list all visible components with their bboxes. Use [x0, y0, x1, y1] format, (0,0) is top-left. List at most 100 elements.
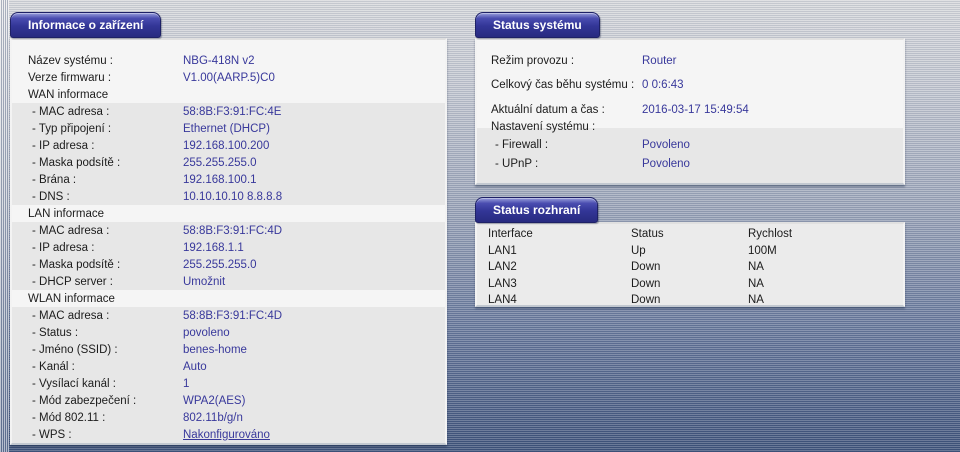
- row-value: benes-home: [183, 343, 247, 356]
- section-header-wlan: WLAN informace: [12, 290, 445, 307]
- info-row: - Jméno (SSID) : benes-home: [12, 341, 445, 358]
- tab-device-info: Informace o zařízení: [10, 12, 162, 38]
- wps-configured-link[interactable]: Nakonfigurováno: [183, 429, 270, 441]
- info-row: Režim provozu : Router: [477, 52, 903, 69]
- row-value: NBG-418N v2: [183, 54, 255, 67]
- row-label: - Maska podsítě :: [32, 258, 121, 271]
- row-value: Auto: [183, 360, 207, 373]
- info-row: - Maska podsítě : 255.255.255.0: [12, 154, 445, 171]
- info-row: - Firewall : Povoleno: [477, 135, 903, 154]
- row-label: Aktuální datum a čas :: [491, 103, 605, 116]
- row-label: Celkový čas běhu systému :: [491, 79, 635, 91]
- row-value: 58:8B:F3:91:FC:4D: [183, 309, 283, 322]
- info-row: - MAC adresa : 58:8B:F3:91:FC:4E: [12, 103, 445, 120]
- row-value: 192.168.100.200: [183, 139, 270, 152]
- row-label: - Typ připojení :: [32, 122, 112, 135]
- row-value: Router: [642, 54, 677, 67]
- router-status-page: { "colors": { "value_text": "#38389b", "…: [0, 0, 960, 452]
- cell-interface: LAN2: [488, 261, 517, 274]
- row-value: 58:8B:F3:91:FC:4D: [183, 224, 283, 237]
- row-value: 0 0:6:43: [642, 79, 684, 91]
- table-row: LAN4 Down NA: [477, 292, 903, 309]
- info-row: - IP adresa : 192.168.1.1: [12, 239, 445, 256]
- cell-status: Down: [631, 261, 661, 274]
- device-info-panel: Název systému : NBG-418N v2 Verze firmwa…: [10, 38, 447, 445]
- section-header-lan: LAN informace: [12, 205, 445, 222]
- cell-speed: NA: [748, 277, 764, 290]
- cell-status: Down: [631, 294, 661, 307]
- section-header-system-settings: Nastavení systému :: [477, 118, 903, 135]
- row-value: WPA2(AES): [183, 394, 246, 407]
- row-label: - Maska podsítě :: [32, 156, 121, 169]
- row-label: Název systému :: [28, 54, 113, 67]
- row-value: 1: [183, 377, 190, 390]
- tab-interface-status-label: Status rozhraní: [493, 203, 581, 217]
- row-value: 255.255.255.0: [183, 258, 257, 271]
- section-label: LAN informace: [28, 207, 105, 220]
- row-label: - MAC adresa :: [32, 309, 110, 322]
- tab-system-status: Status systému: [475, 12, 600, 38]
- row-label: - Mód zabezpečení :: [32, 394, 137, 407]
- row-label: - IP adresa :: [32, 241, 95, 254]
- info-row: - MAC adresa : 58:8B:F3:91:FC:4D: [12, 222, 445, 239]
- cell-interface: LAN3: [488, 277, 517, 290]
- info-row: - Mód zabezpečení : WPA2(AES): [12, 392, 445, 409]
- row-value: 255.255.255.0: [183, 156, 257, 169]
- row-label: - Brána :: [32, 173, 77, 186]
- system-status-panel: Režim provozu : Router Celkový čas běhu …: [475, 38, 905, 185]
- row-value: 192.168.1.1: [183, 241, 244, 254]
- row-label: Režim provozu :: [491, 54, 575, 67]
- info-row: - Vysílací kanál : 1: [12, 375, 445, 392]
- cell-speed: 100M: [748, 244, 777, 257]
- row-value: 58:8B:F3:91:FC:4E: [183, 105, 282, 118]
- col-header-speed: Rychlost: [748, 228, 793, 241]
- row-value: Ethernet (DHCP): [183, 122, 270, 135]
- row-label: - UPnP :: [495, 157, 539, 170]
- cell-interface: LAN4: [488, 294, 517, 307]
- info-row: - Typ připojení : Ethernet (DHCP): [12, 120, 445, 137]
- row-label: - Vysílací kanál :: [32, 377, 116, 390]
- info-row: Celkový čas běhu systému : 0 0:6:43: [477, 69, 903, 101]
- info-row: - Kanál : Auto: [12, 358, 445, 375]
- table-row: LAN2 Down NA: [477, 259, 903, 276]
- info-row-wps: - WPS : Nakonfigurováno: [12, 426, 445, 443]
- col-header-interface: Interface: [488, 228, 533, 241]
- table-row: LAN3 Down NA: [477, 276, 903, 293]
- info-row: - IP adresa : 192.168.100.200: [12, 137, 445, 154]
- row-label: - Jméno (SSID) :: [32, 343, 118, 356]
- cell-speed: NA: [748, 294, 764, 307]
- row-label: - Status :: [32, 326, 79, 339]
- info-row: - DNS : 10.10.10.10 8.8.8.8: [12, 188, 445, 205]
- row-label: - WPS :: [32, 428, 72, 441]
- tab-device-info-label: Informace o zařízení: [28, 18, 144, 32]
- col-header-status: Status: [631, 228, 664, 241]
- cell-interface: LAN1: [488, 244, 517, 257]
- row-value: V1.00(AARP.5)C0: [183, 71, 275, 84]
- info-row: - DHCP server : Umožnit: [12, 273, 445, 290]
- section-label: WLAN informace: [28, 292, 115, 305]
- row-value: 2016-03-17 15:49:54: [642, 103, 749, 116]
- row-label: - DHCP server :: [32, 275, 113, 288]
- info-row: - Mód 802.11 : 802.11b/g/n: [12, 409, 445, 426]
- section-label: WAN informace: [28, 88, 109, 101]
- row-label: - MAC adresa :: [32, 105, 110, 118]
- info-row: Verze firmwaru : V1.00(AARP.5)C0: [12, 69, 445, 86]
- row-label: - Firewall :: [495, 138, 549, 151]
- row-value: 10.10.10.10 8.8.8.8: [183, 190, 283, 203]
- cell-status: Down: [631, 277, 661, 290]
- row-value: 802.11b/g/n: [183, 411, 243, 424]
- tab-system-status-label: Status systému: [493, 18, 582, 32]
- row-label: - DNS :: [32, 190, 70, 203]
- interface-status-panel: Interface Status Rychlost LAN1 Up 100M L…: [475, 222, 905, 307]
- table-row: LAN1 Up 100M: [477, 243, 903, 260]
- section-label: Nastavení systému :: [491, 120, 596, 133]
- info-row: Název systému : NBG-418N v2: [12, 52, 445, 69]
- info-row: - Brána : 192.168.100.1: [12, 171, 445, 188]
- left-edge-decoration: [0, 0, 9, 452]
- interface-table-header: Interface Status Rychlost: [477, 226, 903, 243]
- row-label: - Kanál :: [32, 360, 75, 373]
- cell-speed: NA: [748, 261, 764, 274]
- row-label: - MAC adresa :: [32, 224, 110, 237]
- info-row: - Status : povoleno: [12, 324, 445, 341]
- row-value: povoleno: [183, 326, 230, 339]
